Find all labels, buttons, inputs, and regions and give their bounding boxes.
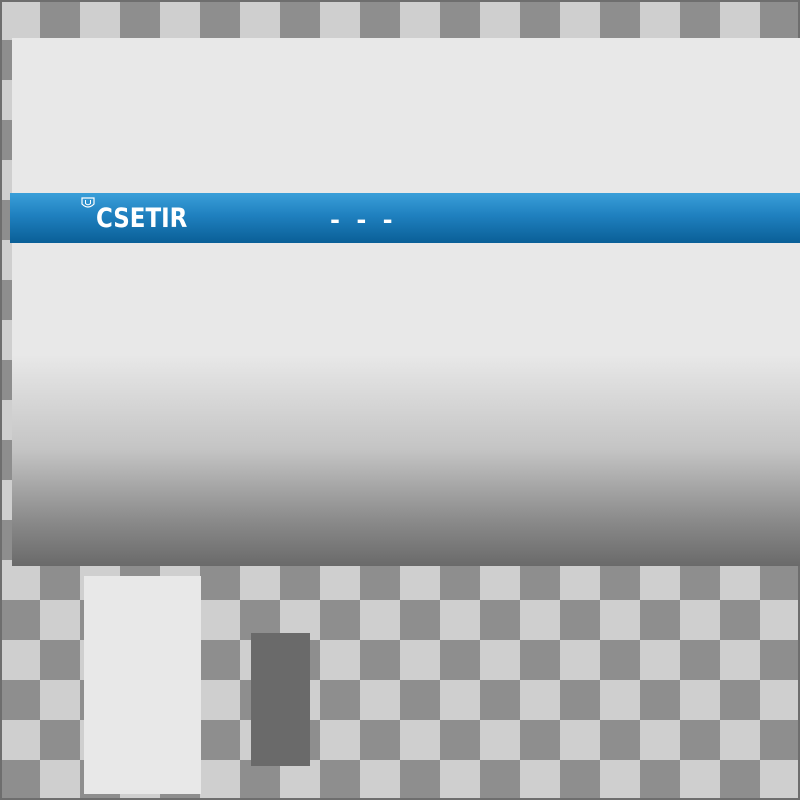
- shield-icon: [81, 197, 95, 208]
- header-dashes: - - -: [330, 206, 397, 234]
- light-block: [84, 576, 201, 794]
- dark-block: [251, 633, 310, 766]
- main-panel: [12, 38, 800, 566]
- brand-title: CSETIR: [96, 203, 188, 234]
